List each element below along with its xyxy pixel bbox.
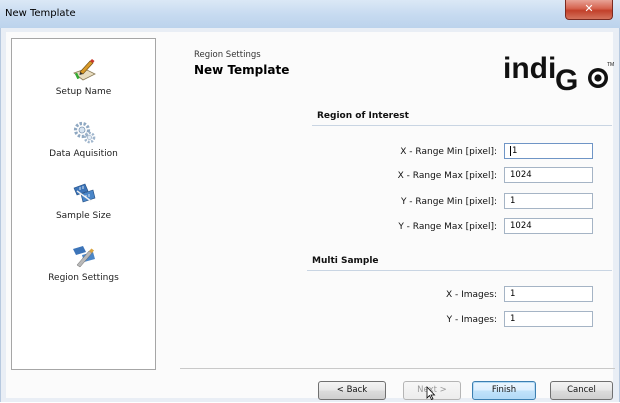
cancel-button[interactable]: Cancel [550,381,613,400]
x-range-max-input[interactable]: 1024 [504,167,593,183]
roi-divider [312,125,612,126]
back-button[interactable]: < Back [318,381,386,400]
step-sample-size[interactable]: Sample Size [12,181,155,237]
step-label: Sample Size [55,211,112,221]
x-range-min-input[interactable]: 1 [504,143,593,159]
pen-paper-icon [72,59,96,81]
step-label: Setup Name [55,87,112,97]
title-bar: New Template ✕ [0,0,620,29]
step-data-aquisition[interactable]: Data Aquisition [12,119,155,175]
finish-button[interactable]: Finish [472,381,536,400]
y-range-max-label: Y - Range Max [pixel]: [398,222,497,232]
y-range-max-input[interactable]: 1024 [504,218,593,234]
y-images-input[interactable]: 1 [504,311,593,327]
step-label: Data Aquisition [49,149,118,159]
y-range-min-input[interactable]: 1 [504,193,593,209]
step-label: Region Settings [48,273,119,283]
x-images-input[interactable]: 1 [504,286,593,302]
multi-sample-section-title: Multi Sample [312,256,379,266]
indigo-logo: indi G TM [503,52,614,97]
measure-icon [73,183,95,203]
y-range-min-label: Y - Range Min [pixel]: [400,197,497,207]
x-range-min-value: 1 [512,146,518,156]
x-range-min-label: X - Range Min [pixel]: [400,147,497,157]
page-subtitle: Region Settings [194,50,261,60]
y-images-label: Y - Images: [446,315,497,325]
region-icon [72,246,95,268]
mouse-cursor-icon [426,386,436,400]
multi-sample-divider [307,270,612,271]
gears-icon [73,121,95,144]
roi-section-title: Region of Interest [317,111,409,121]
svg-text:G: G [555,64,578,97]
step-region-settings[interactable]: Region Settings [12,243,155,299]
page-title: New Template [194,63,290,77]
text-caret [510,145,511,156]
svg-text:indi: indi [503,52,556,85]
x-range-max-label: X - Range Max [pixel]: [397,171,497,181]
svg-text:TM: TM [607,62,614,68]
footer-divider [180,368,615,369]
close-button[interactable]: ✕ [565,0,613,20]
x-images-label: X - Images: [445,290,497,300]
window-title: New Template [5,8,76,19]
close-icon: ✕ [584,2,594,15]
step-panel: Setup Name Data Aquisition Sample Size R… [11,38,156,370]
step-setup-name[interactable]: Setup Name [12,57,155,113]
